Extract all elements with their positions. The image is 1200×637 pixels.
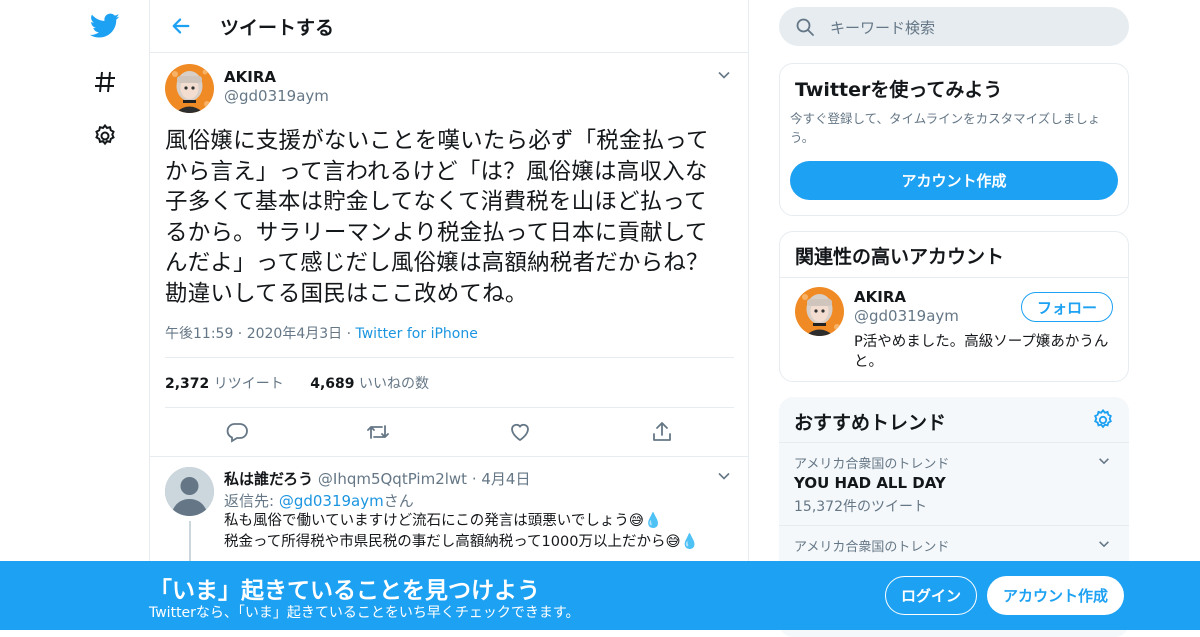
signup-card-description: 今すぐ登録して、タイムラインをカスタマイズしましょう。 xyxy=(790,111,1101,145)
reply-author-name[interactable]: 私は誰だろう xyxy=(224,470,313,488)
trend-count: 15,372件のツイート xyxy=(794,499,927,515)
bottom-subtext: Twitterなら、「いま」起きていることをいち早くチェックできます。 xyxy=(149,605,580,621)
reply-tweet[interactable]: 私は誰だろう @Ihqm5QqtPim2lwt · 4月4日 返信先: @gd0… xyxy=(150,456,748,571)
tweet-text-line: んだよ」って感じだし風俗嬢は高額納税者だからね？ xyxy=(165,250,709,276)
create-account-button[interactable]: アカウント作成 xyxy=(790,161,1118,200)
chevron-down-icon[interactable] xyxy=(716,468,732,488)
related-accounts-card: 関連性の高いアカウント AKIRA @gd0319aym フォロー P活やめまし… xyxy=(779,231,1129,382)
reply-to-handle[interactable]: @gd0319aym xyxy=(279,492,384,510)
trend-name: YOU HAD ALL DAY xyxy=(794,474,946,492)
back-arrow-icon[interactable] xyxy=(168,13,194,39)
tweet-timestamp[interactable]: 午後11:59 · 2020年4月3日 · xyxy=(165,326,356,342)
trend-context: アメリカ合衆国のトレンド xyxy=(794,457,950,472)
chevron-down-icon[interactable] xyxy=(1097,453,1111,472)
tweet-text: 風俗嬢に支援がないことを嘆いたら必ず「税金払って から言え」って言われるけど「は… xyxy=(165,126,740,309)
share-icon[interactable] xyxy=(650,420,674,444)
main-column: ツイートする AKIRA @gd0319aym 風俗嬢に支援がないことを嘆いたら… xyxy=(149,0,749,630)
reply-icon[interactable] xyxy=(225,420,249,444)
tweet-text-line: るから。サラリーマンより税金払って日本に貢献して xyxy=(165,219,708,246)
reply-avatar[interactable] xyxy=(165,467,214,516)
trend-item[interactable]: アメリカ合衆国のトレンド YOU HAD ALL DAY 15,372件のツイー… xyxy=(779,443,1129,525)
tweet-meta: 午後11:59 · 2020年4月3日 · Twitter for iPhone xyxy=(165,323,478,343)
tweet-text-line: 子多くて基本は貯金してなくて消費税を山ほど払って xyxy=(165,189,707,215)
tweet-text-line: 勘違いしてる国民はここ改めてね。 xyxy=(165,280,528,307)
related-bio: P活やめました。高級ソープ嬢あかうんと。 xyxy=(854,334,1109,370)
gear-icon[interactable] xyxy=(1092,408,1114,435)
reply-to-line: 返信先: @gd0319aymさん xyxy=(224,492,414,510)
header: ツイートする xyxy=(150,0,748,53)
bottom-signup-bar: 「いま」起きていることを見つけよう Twitterなら、「いま」起きていることを… xyxy=(0,561,1200,630)
signup-card-title: Twitterを使ってみよう xyxy=(795,79,1003,101)
twitter-bird-icon[interactable] xyxy=(88,9,122,43)
tweet-text-line: 風俗嬢に支援がないことを嘆いたら必ず「税金払って xyxy=(165,128,709,154)
reply-author-handle[interactable]: @Ihqm5QqtPim2lwt xyxy=(318,470,467,488)
page-title: ツイートする xyxy=(220,17,335,39)
divider xyxy=(165,407,734,408)
gear-icon[interactable] xyxy=(88,119,122,153)
like-icon[interactable] xyxy=(508,420,532,444)
tweet-source-link[interactable]: Twitter for iPhone xyxy=(356,326,478,342)
author-name[interactable]: AKIRA xyxy=(224,68,276,86)
bottom-headline: 「いま」起きていることを見つけよう xyxy=(149,578,540,604)
tweet-text-line: から言え」って言われるけど「は？風俗嬢は高収入な xyxy=(165,158,708,185)
related-avatar[interactable] xyxy=(795,287,844,336)
bottom-create-account-button[interactable]: アカウント作成 xyxy=(987,576,1124,615)
chevron-down-icon[interactable] xyxy=(716,67,732,87)
reply-text: 私も風俗で働いていますけど流石にこの発言は頭悪いでしょう😅💧 税金って所得税や市… xyxy=(224,513,699,550)
related-card-title: 関連性の高いアカウント xyxy=(795,246,1005,268)
search-icon xyxy=(795,17,815,41)
related-handle[interactable]: @gd0319aym xyxy=(854,307,959,325)
trends-title: おすすめトレンド xyxy=(794,412,947,434)
search-placeholder: キーワード検索 xyxy=(830,19,936,37)
retweet-count[interactable]: 2,372 リツイート xyxy=(165,376,284,392)
retweet-icon[interactable] xyxy=(366,420,390,444)
signup-card: Twitterを使ってみよう 今すぐ登録して、タイムラインをカスタマイズしましょ… xyxy=(779,63,1129,216)
related-name[interactable]: AKIRA xyxy=(854,288,906,306)
like-count[interactable]: 4,689 いいねの数 xyxy=(310,376,429,392)
divider xyxy=(780,277,1128,278)
hashtag-icon[interactable] xyxy=(88,65,122,99)
reply-date[interactable]: · 4月4日 xyxy=(467,470,531,488)
avatar[interactable] xyxy=(165,64,214,113)
login-button[interactable]: ログイン xyxy=(885,576,977,615)
chevron-down-icon[interactable] xyxy=(1097,536,1111,555)
divider xyxy=(165,357,734,358)
follow-button[interactable]: フォロー xyxy=(1021,292,1113,322)
trend-context: アメリカ合衆国のトレンド xyxy=(794,540,950,555)
search-input[interactable]: キーワード検索 xyxy=(779,7,1129,46)
author-handle[interactable]: @gd0319aym xyxy=(224,87,329,105)
tweet-stats: 2,372 リツイート 4,689 いいねの数 xyxy=(165,373,429,393)
